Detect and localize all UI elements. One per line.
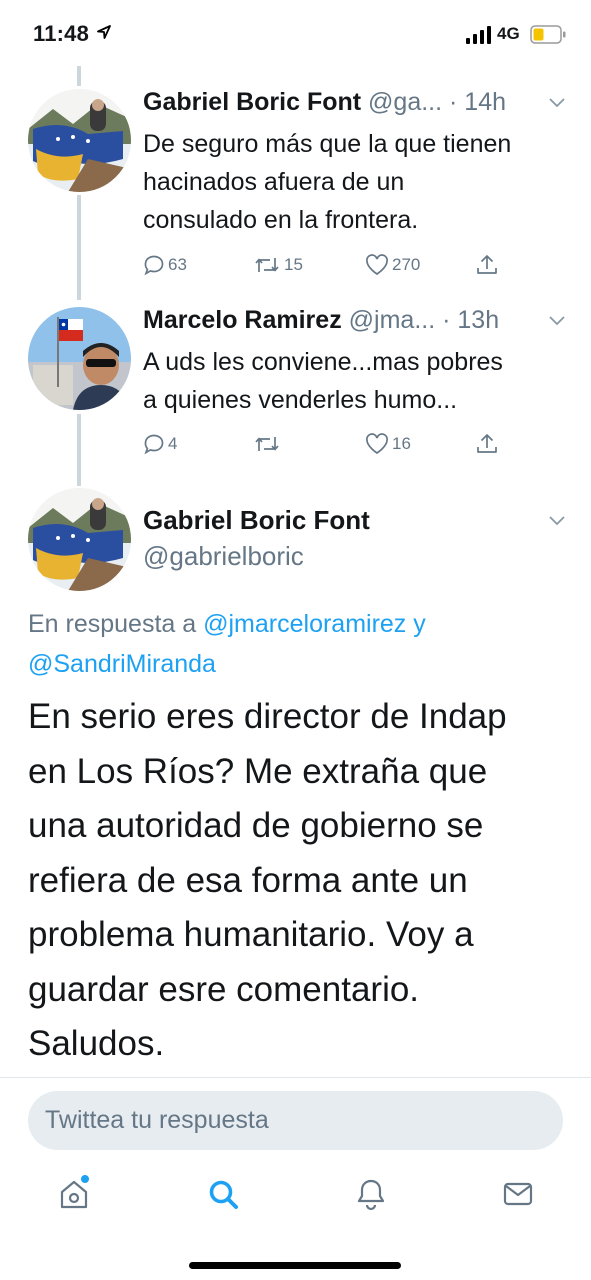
tweet-text-line: De seguro más que la que tienen <box>143 130 512 158</box>
network-type: 4G <box>497 24 520 43</box>
new-content-dot <box>81 1175 89 1183</box>
retweet-icon <box>255 437 279 451</box>
share-button[interactable] <box>475 429 499 459</box>
tweet-text-line: refiera de esa forma ante un <box>28 860 468 900</box>
reply-input[interactable]: Twittea tu respuesta <box>28 1091 563 1150</box>
tweet-text: De seguro más que la que tienen hacinado… <box>143 125 573 239</box>
tweet-time: · 13h <box>442 306 500 334</box>
tweet-text-line: en Los Ríos? Me extraña que <box>28 751 488 791</box>
tweet-header: Gabriel Boric Font @ga... · 14h <box>143 88 506 117</box>
reply-icon <box>144 255 164 276</box>
thread-line <box>77 195 81 300</box>
avatar[interactable] <box>28 307 131 410</box>
author-handle[interactable]: @ga... <box>368 88 442 116</box>
tweet-header: Marcelo Ramirez @jma... · 13h <box>143 306 499 335</box>
retweet-count: 15 <box>284 255 303 274</box>
reply-button[interactable]: 4 <box>143 429 177 459</box>
messages-icon[interactable] <box>498 1174 538 1214</box>
like-count: 16 <box>392 434 411 453</box>
tweet-actions: 4 16 <box>143 429 563 459</box>
tweet-actions: 63 15 270 <box>143 250 563 280</box>
tweet-text-line: problema humanitario. Voy a <box>28 915 474 954</box>
reply-context: En respuesta a @jmarceloramirez y @Sandr… <box>28 604 568 684</box>
avatar[interactable] <box>28 488 131 591</box>
heart-icon <box>366 433 388 455</box>
like-count: 270 <box>392 255 421 274</box>
reply-count: 4 <box>168 434 178 453</box>
tweet-text: A uds les conviene...mas pobres a quiene… <box>143 343 573 419</box>
thread-line <box>77 66 81 86</box>
retweet-button[interactable]: 15 <box>253 250 303 280</box>
notifications-icon[interactable] <box>351 1174 391 1214</box>
tweet-text-line: Saludos. <box>28 1024 165 1063</box>
thread-line <box>77 414 81 486</box>
tab-bar <box>0 1160 591 1240</box>
reply-button[interactable]: 63 <box>143 250 187 280</box>
tweet-text-line: hacinados afuera de un <box>143 168 405 196</box>
share-icon <box>477 434 497 453</box>
author-handle[interactable]: @gabrielboric <box>143 541 304 572</box>
reply-icon <box>144 434 164 455</box>
like-button[interactable]: 270 <box>365 250 420 280</box>
author-name[interactable]: Marcelo Ramirez <box>143 306 342 334</box>
share-icon <box>477 255 497 274</box>
avatar[interactable] <box>28 89 131 192</box>
battery-icon <box>530 25 566 44</box>
tweet-text-line: a quienes venderles humo... <box>143 386 458 414</box>
home-indicator[interactable] <box>189 1262 401 1269</box>
tweet-time: · 14h <box>449 88 507 116</box>
tweet-text-line: En serio eres director de Indap <box>28 697 507 736</box>
mention-link[interactable]: @jmarceloramirez <box>203 610 406 638</box>
chevron-down-icon[interactable] <box>549 98 565 108</box>
author-name[interactable]: Gabriel Boric Font <box>143 505 370 536</box>
main-tweet-text: En serio eres director de Indap en Los R… <box>28 690 573 1072</box>
tweet-text-line: A uds les conviene...mas pobres <box>143 348 503 376</box>
mention-link[interactable]: @SandriMiranda <box>28 650 216 678</box>
chevron-down-icon[interactable] <box>549 316 565 326</box>
reply-prefix: En respuesta a <box>28 610 204 638</box>
author-name[interactable]: Gabriel Boric Font <box>143 88 361 116</box>
status-time: 11:48 <box>33 21 90 46</box>
signal-strength-icon <box>466 26 491 44</box>
share-button[interactable] <box>475 250 499 280</box>
status-bar: 11:48 4G <box>0 0 591 68</box>
like-button[interactable]: 16 <box>365 429 411 459</box>
retweet-icon <box>255 258 279 272</box>
author-handle[interactable]: @jma... <box>349 306 436 334</box>
heart-icon <box>366 254 388 276</box>
search-icon[interactable] <box>203 1174 243 1214</box>
reply-placeholder: Twittea tu respuesta <box>45 1106 269 1134</box>
divider <box>0 1077 591 1078</box>
retweet-button[interactable] <box>253 429 284 459</box>
tweet-text-line: una autoridad de gobierno se <box>28 806 484 845</box>
tweet-text-line: consulado en la frontera. <box>143 206 419 234</box>
location-arrow-icon <box>97 25 111 39</box>
chevron-down-icon[interactable] <box>549 516 565 526</box>
reply-count: 63 <box>168 255 187 274</box>
tweet-text-line: guardar esre comentario. <box>28 969 420 1009</box>
reply-joiner: y <box>406 610 426 638</box>
